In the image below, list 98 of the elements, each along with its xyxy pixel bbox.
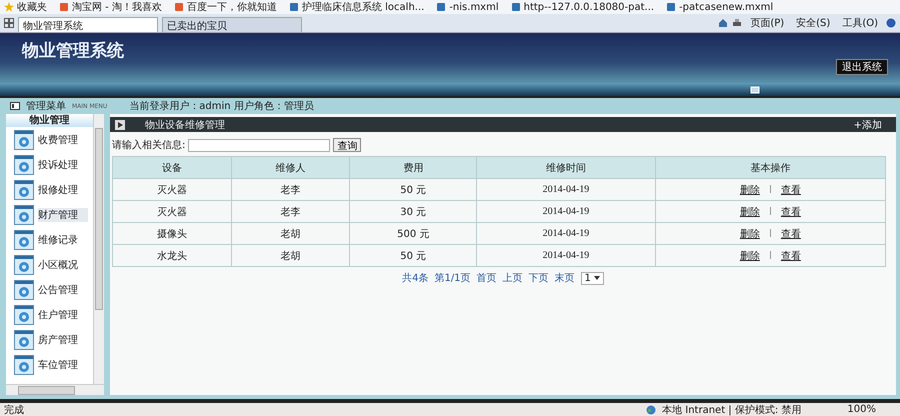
pager-link[interactable]: 上页 — [502, 271, 523, 285]
column-header: 维修时间 — [476, 156, 656, 178]
gear-icon — [14, 330, 34, 350]
column-header: 基本操作 — [655, 156, 886, 178]
table-cell: 老胡 — [231, 244, 350, 266]
table-cell: 老胡 — [231, 222, 350, 244]
status-text: 完成 — [4, 404, 24, 416]
gear-icon — [14, 230, 34, 250]
menu-icon — [10, 101, 20, 111]
home-icon[interactable] — [718, 18, 728, 28]
gear-icon — [14, 154, 34, 174]
gear-icon — [14, 280, 34, 300]
table-cell: 2014-04-19 — [476, 222, 656, 244]
gear-icon — [14, 130, 34, 150]
printer-icon[interactable] — [732, 18, 742, 28]
gear-icon — [14, 354, 34, 374]
toolbar-menu[interactable]: 工具(O) — [842, 16, 878, 30]
column-header: 维修人 — [231, 156, 350, 178]
page-icon — [59, 2, 69, 12]
pager-link[interactable]: 首页 — [476, 271, 497, 285]
action-link[interactable]: 查看 — [780, 250, 801, 262]
table-cell: 500 元 — [350, 222, 477, 244]
app-title: 物业管理系统 — [22, 40, 124, 62]
search-button[interactable]: 查询 — [333, 138, 362, 152]
sidebar-item[interactable]: 小区概况 — [6, 252, 93, 277]
sidebar-item[interactable]: 住户管理 — [6, 302, 93, 327]
favorite-link[interactable]: 百度一下，你就知道 — [174, 0, 277, 14]
add-link[interactable]: +添加 — [854, 118, 882, 132]
action-link[interactable]: 查看 — [780, 228, 801, 240]
gear-icon — [14, 254, 34, 274]
page-icon — [666, 2, 676, 12]
menu-title: 管理菜单 — [26, 100, 66, 113]
page-icon — [174, 2, 184, 12]
favorite-link[interactable]: -patcasenew.mxml — [666, 2, 774, 12]
favorite-link[interactable]: http--127.0.0.18080-pat... — [510, 2, 654, 12]
table-cell: 50 元 — [350, 244, 477, 266]
sidebar-item[interactable]: 车位管理 — [6, 352, 93, 377]
sidebar-item[interactable]: 报修处理 — [6, 177, 93, 202]
security-zone: 本地 Intranet | 保护模式: 禁用 — [662, 404, 802, 416]
pager-info: 第1/1页 — [434, 272, 471, 285]
table-cell: 2014-04-19 — [476, 178, 656, 200]
pager-info: 共4条 — [402, 272, 428, 285]
page-icon — [288, 2, 299, 12]
sidebar-item[interactable]: 投诉处理 — [6, 152, 93, 177]
logout-button[interactable]: 退出系统 — [836, 59, 888, 75]
page-icon — [436, 2, 446, 12]
browser-tab[interactable]: 已卖出的宝贝 — [162, 17, 302, 32]
globe-icon — [646, 404, 656, 414]
sidebar-item[interactable]: 财产管理 — [6, 202, 93, 227]
caret-icon — [594, 276, 600, 280]
favorite-link[interactable]: -nis.mxml — [436, 2, 499, 12]
page-select[interactable]: 1 — [580, 272, 604, 284]
table-cell: 老李 — [231, 200, 350, 222]
table-cell: 水龙头 — [112, 244, 232, 266]
page-icon — [510, 2, 521, 12]
action-link[interactable]: 删除 — [740, 228, 760, 240]
table-cell: 30 元 — [350, 200, 477, 222]
monitor-icon — [750, 84, 760, 94]
browser-tab[interactable]: 物业管理系统 — [18, 17, 158, 32]
action-link[interactable]: 查看 — [780, 206, 801, 218]
search-label: 请输入相关信息: — [112, 138, 186, 152]
favorite-link[interactable]: 淘宝网 - 淘！我喜欢 — [59, 0, 162, 14]
action-link[interactable]: 删除 — [740, 184, 760, 196]
search-field[interactable] — [188, 138, 330, 152]
user-info: 当前登录用户：admin 用户角色：管理员 — [129, 100, 314, 113]
sidebar-heading: 物业管理 — [6, 114, 93, 127]
toolbar-menu[interactable]: 页面(P) — [750, 16, 784, 30]
favorites-button[interactable]: 收藏夹 — [4, 0, 47, 14]
table-cell: 老李 — [231, 178, 350, 200]
table-cell: 50 元 — [350, 178, 477, 200]
action-link[interactable]: 查看 — [780, 184, 801, 196]
tab-list-icon[interactable] — [4, 18, 14, 28]
action-link[interactable]: 删除 — [740, 250, 760, 262]
scrollbar[interactable] — [6, 384, 104, 395]
sidebar-item[interactable]: 维修记录 — [6, 227, 93, 252]
panel-title: 物业设备维修管理 — [145, 118, 225, 132]
table-cell: 灭火器 — [112, 200, 232, 222]
action-link[interactable]: 删除 — [740, 206, 760, 218]
sidebar-item[interactable]: 公告管理 — [6, 277, 93, 302]
sidebar-item[interactable]: 房产管理 — [6, 327, 93, 352]
scrollbar[interactable] — [93, 114, 104, 384]
toolbar-menu[interactable]: 安全(S) — [796, 16, 830, 30]
column-header: 费用 — [350, 156, 477, 178]
table-cell: 2014-04-19 — [476, 200, 656, 222]
zoom-level[interactable]: 100% — [847, 404, 876, 415]
table-cell: 灭火器 — [112, 178, 232, 200]
play-icon — [115, 120, 125, 130]
gear-icon — [14, 304, 34, 324]
favorite-link[interactable]: 护理临床信息系统 localh... — [288, 0, 424, 14]
table-cell: 2014-04-19 — [476, 244, 656, 266]
pager-link[interactable]: 下页 — [528, 271, 549, 285]
sidebar-item[interactable]: 收费管理 — [6, 127, 93, 152]
gear-icon — [14, 204, 34, 224]
gear-icon — [14, 180, 34, 200]
column-header: 设备 — [112, 156, 232, 178]
pager-link[interactable]: 末页 — [554, 271, 575, 285]
table-cell: 摄像头 — [112, 222, 232, 244]
star-icon — [4, 2, 14, 12]
